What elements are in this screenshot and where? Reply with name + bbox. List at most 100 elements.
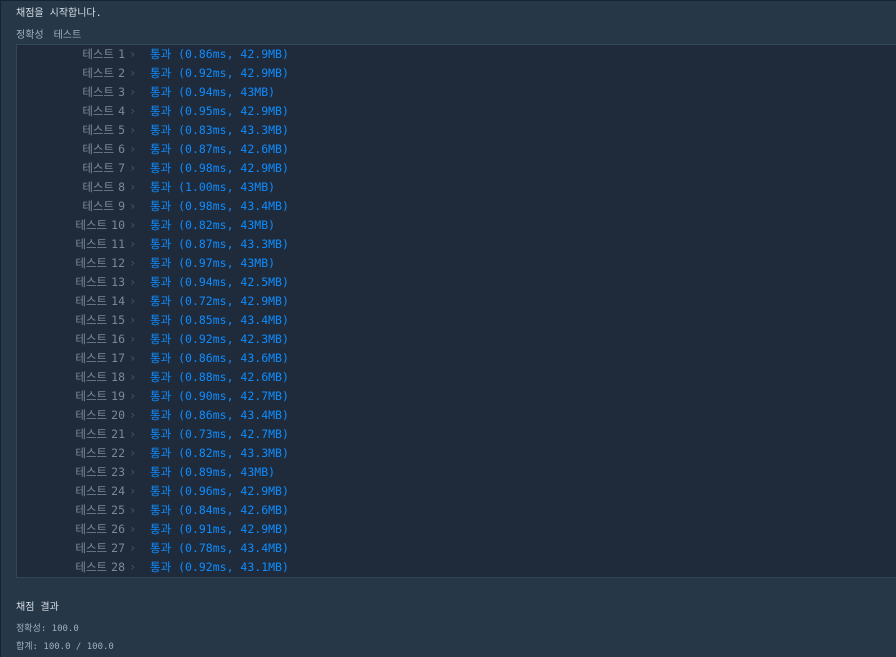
section-subtitle: 테스트 — [53, 30, 82, 41]
test-row: 테스트 21 › 통과 (0.73ms, 42.7MB) — [17, 425, 896, 444]
test-detail: (0.88ms, 42.6MB) — [178, 370, 289, 384]
result-accuracy: 정확성: 100.0 — [16, 624, 79, 634]
test-label-text: 테스트 — [75, 351, 108, 365]
test-label-text: 테스트 — [75, 218, 108, 232]
test-status: 통과 (0.82ms, 43.3MB) — [150, 444, 289, 463]
chevron-right-icon: › — [129, 465, 137, 479]
test-label-text: 테스트 — [82, 161, 115, 175]
test-detail: (0.84ms, 42.6MB) — [178, 503, 289, 517]
test-label: 테스트 2 — [17, 64, 125, 83]
chevron-right-icon: › — [129, 560, 137, 574]
test-label-text: 테스트 — [75, 446, 108, 460]
test-label-text: 테스트 — [75, 427, 108, 441]
test-detail: (0.95ms, 42.9MB) — [178, 104, 289, 118]
test-row: 테스트 25 › 통과 (0.84ms, 42.6MB) — [17, 501, 896, 520]
test-detail: (0.86ms, 42.9MB) — [178, 47, 289, 61]
test-row: 테스트 28 › 통과 (0.92ms, 43.1MB) — [17, 558, 896, 577]
test-number: 10 — [111, 218, 125, 232]
test-status: 통과 (1.00ms, 43MB) — [150, 178, 275, 197]
test-detail: (0.87ms, 42.6MB) — [178, 142, 289, 156]
test-detail: (0.87ms, 43.3MB) — [178, 237, 289, 251]
test-row: 테스트 7 › 통과 (0.98ms, 42.9MB) — [17, 159, 896, 178]
test-number: 3 — [118, 85, 125, 99]
test-label-text: 테스트 — [75, 484, 108, 498]
test-status: 통과 (0.98ms, 43.4MB) — [150, 197, 289, 216]
test-detail: (0.92ms, 42.3MB) — [178, 332, 289, 346]
test-detail: (0.82ms, 43MB) — [178, 218, 276, 232]
test-label: 테스트 1 — [17, 45, 125, 64]
test-status-text: 통과 — [150, 465, 172, 479]
test-status: 통과 (0.97ms, 43MB) — [150, 254, 275, 273]
test-label: 테스트 17 — [17, 349, 125, 368]
test-label: 테스트 28 — [17, 558, 125, 577]
test-label-text: 테스트 — [75, 522, 108, 536]
test-label-text: 테스트 — [75, 332, 108, 346]
test-detail: (1.00ms, 43MB) — [178, 180, 276, 194]
test-label: 테스트 11 — [17, 235, 125, 254]
test-number: 22 — [111, 446, 125, 460]
test-number: 17 — [111, 351, 125, 365]
grading-console: 채점을 시작합니다. 정확성 테스트 테스트 1 › 통과 (0.86ms, 42.9M… — [0, 0, 896, 657]
chevron-right-icon: › — [129, 161, 137, 175]
test-number: 4 — [118, 104, 125, 118]
test-detail: (0.86ms, 43.4MB) — [178, 408, 289, 422]
test-number: 7 — [118, 161, 125, 175]
test-label-text: 테스트 — [82, 66, 115, 80]
chevron-right-icon: › — [129, 218, 137, 232]
test-number: 16 — [111, 332, 125, 346]
test-status-text: 통과 — [150, 427, 172, 441]
test-status: 통과 (0.90ms, 42.7MB) — [150, 387, 289, 406]
test-detail: (0.92ms, 43.1MB) — [178, 560, 289, 574]
test-status: 통과 (0.98ms, 42.9MB) — [150, 159, 289, 178]
test-row: 테스트 17 › 통과 (0.86ms, 43.6MB) — [17, 349, 896, 368]
test-status-text: 통과 — [150, 332, 172, 346]
chevron-right-icon: › — [129, 408, 137, 422]
test-label: 테스트 9 — [17, 197, 125, 216]
test-status-text: 통과 — [150, 408, 172, 422]
test-status: 통과 (0.89ms, 43MB) — [150, 463, 275, 482]
test-number: 21 — [111, 427, 125, 441]
test-status-text: 통과 — [150, 351, 172, 365]
test-status-text: 통과 — [150, 85, 172, 99]
test-status: 통과 (0.86ms, 43.4MB) — [150, 406, 289, 425]
chevron-right-icon: › — [129, 351, 137, 365]
test-row: 테스트 8 › 통과 (1.00ms, 43MB) — [17, 178, 896, 197]
chevron-right-icon: › — [129, 237, 137, 251]
test-status: 통과 (0.94ms, 43MB) — [150, 83, 275, 102]
test-row: 테스트 5 › 통과 (0.83ms, 43.3MB) — [17, 121, 896, 140]
test-row: 테스트 11 › 통과 (0.87ms, 43.3MB) — [17, 235, 896, 254]
test-label: 테스트 6 — [17, 140, 125, 159]
test-number: 6 — [118, 142, 125, 156]
test-status-text: 통과 — [150, 142, 172, 156]
chevron-right-icon: › — [129, 294, 137, 308]
test-label-text: 테스트 — [82, 104, 115, 118]
test-detail: (0.94ms, 43MB) — [178, 85, 276, 99]
test-status: 통과 (0.92ms, 42.9MB) — [150, 64, 289, 83]
test-label: 테스트 20 — [17, 406, 125, 425]
test-detail: (0.85ms, 43.4MB) — [178, 313, 289, 327]
test-status-text: 통과 — [150, 256, 172, 270]
section-category: 정확성 — [16, 30, 44, 41]
test-status: 통과 (0.87ms, 43.3MB) — [150, 235, 289, 254]
test-label-text: 테스트 — [75, 275, 108, 289]
test-status-text: 통과 — [150, 484, 172, 498]
chevron-right-icon: › — [129, 66, 137, 80]
test-status-text: 통과 — [150, 370, 172, 384]
test-row: 테스트 3 › 통과 (0.94ms, 43MB) — [17, 83, 896, 102]
test-detail: (0.96ms, 42.9MB) — [178, 484, 289, 498]
test-detail: (0.97ms, 43MB) — [178, 256, 276, 270]
test-label: 테스트 15 — [17, 311, 125, 330]
test-label: 테스트 13 — [17, 273, 125, 292]
test-number: 27 — [111, 541, 125, 555]
chevron-right-icon: › — [129, 446, 137, 460]
test-label: 테스트 25 — [17, 501, 125, 520]
test-status: 통과 (0.72ms, 42.9MB) — [150, 292, 289, 311]
test-label: 테스트 19 — [17, 387, 125, 406]
test-number: 25 — [111, 503, 125, 517]
test-detail: (0.98ms, 42.9MB) — [178, 161, 289, 175]
test-label: 테스트 26 — [17, 520, 125, 539]
test-label-text: 테스트 — [75, 408, 108, 422]
test-number: 5 — [118, 123, 125, 137]
test-number: 15 — [111, 313, 125, 327]
test-row: 테스트 10 › 통과 (0.82ms, 43MB) — [17, 216, 896, 235]
